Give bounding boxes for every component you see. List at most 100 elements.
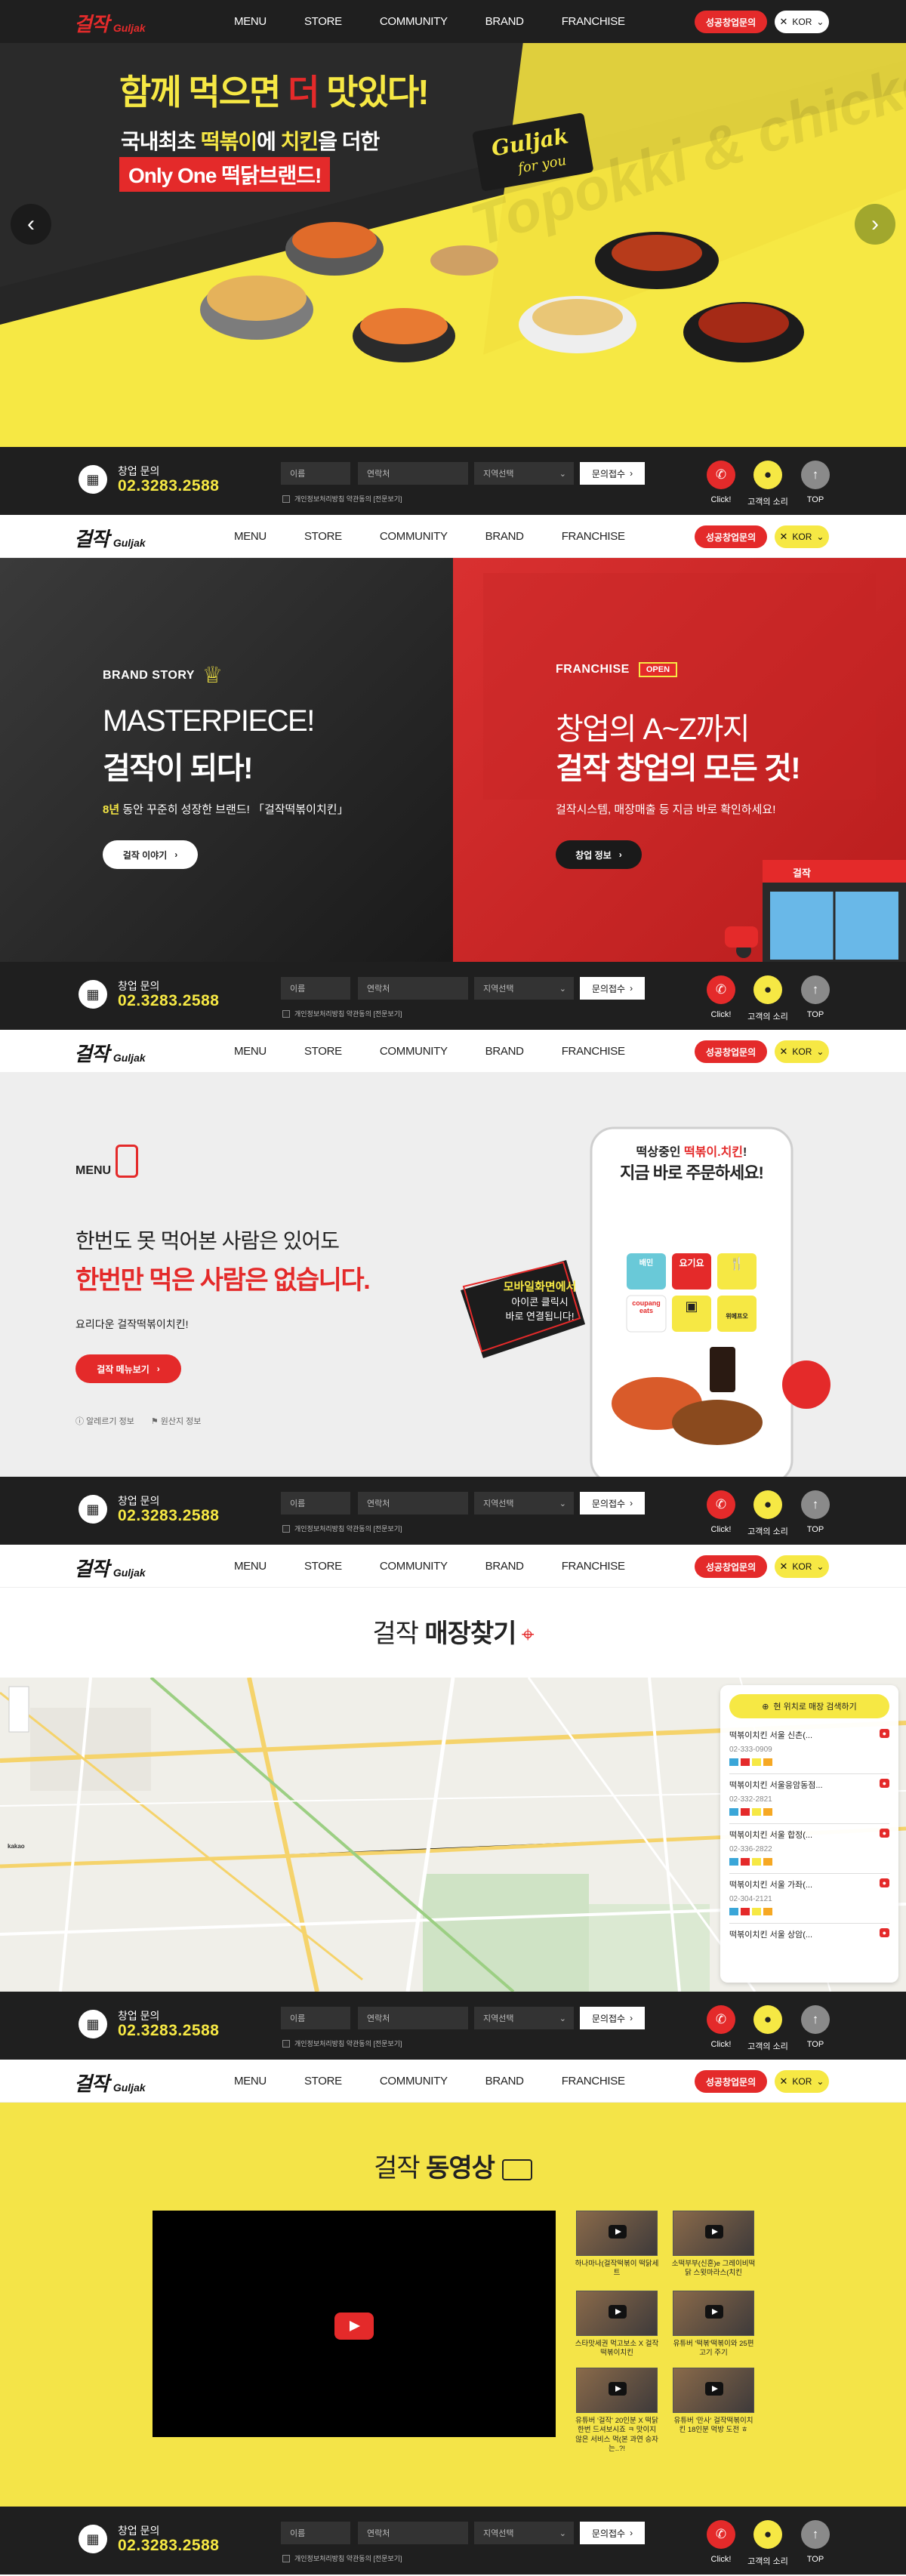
chat-icon[interactable]: ● bbox=[753, 461, 782, 489]
video-thumbnail[interactable] bbox=[673, 2211, 754, 2256]
submit-button[interactable]: 문의접수 › bbox=[580, 2522, 645, 2544]
logo[interactable]: 걸작 Guljak bbox=[74, 9, 146, 37]
agree-checkbox[interactable]: 개인정보처리방침 약관동의 [전문보기] bbox=[282, 494, 402, 504]
menu-item-brand[interactable]: BRAND bbox=[485, 2075, 524, 2088]
menu-item-menu[interactable]: MENU bbox=[234, 1045, 267, 1058]
video-caption[interactable]: 하나마나(걸작떡볶이 떡닭세트 bbox=[575, 2260, 659, 2279]
list-item[interactable]: 떡볶이치킨 서울응암동점... 02-332-2821 ● bbox=[729, 1774, 889, 1824]
arrow-up-icon[interactable]: ↑ bbox=[801, 1490, 830, 1519]
chat-icon[interactable]: ● bbox=[753, 2005, 782, 2034]
arrow-up-icon[interactable]: ↑ bbox=[801, 461, 830, 489]
menu-item-franchise[interactable]: FRANCHISE bbox=[562, 15, 625, 28]
region-select[interactable]: 지역선택 ⌄ bbox=[474, 1492, 574, 1514]
slide-prev-button[interactable]: ‹ bbox=[11, 204, 51, 245]
phone-input[interactable]: 연락처 bbox=[358, 2007, 468, 2029]
language-button[interactable]: ✕ KOR ⌄ bbox=[775, 2070, 829, 2093]
menu-item-brand[interactable]: BRAND bbox=[485, 15, 524, 28]
agree-checkbox[interactable]: 개인정보처리방침 약관동의 [전문보기] bbox=[282, 1009, 402, 1018]
menu-view-button[interactable]: 걸작 메뉴보기 › bbox=[76, 1354, 181, 1383]
name-input[interactable]: 이름 bbox=[281, 1492, 350, 1514]
region-select[interactable]: 지역선택 ⌄ bbox=[474, 2007, 574, 2029]
arrow-up-icon[interactable]: ↑ bbox=[801, 2005, 830, 2034]
chat-icon[interactable]: ● bbox=[753, 975, 782, 1004]
video-player[interactable] bbox=[153, 2211, 556, 2437]
arrow-up-icon[interactable]: ↑ bbox=[801, 975, 830, 1004]
locate-button[interactable]: ⊕ 현 위치로 매장 검색하기 bbox=[729, 1694, 889, 1718]
logo[interactable]: 걸작 Guljak bbox=[74, 524, 146, 552]
inquiry-button[interactable]: 성공창업문의 bbox=[695, 1555, 767, 1578]
phone-input[interactable]: 연락처 bbox=[358, 2522, 468, 2544]
menu-item-store[interactable]: STORE bbox=[304, 1045, 342, 1058]
logo[interactable]: 걸작 Guljak bbox=[74, 2069, 146, 2097]
list-item[interactable]: 떡볶이치킨 서울 합정(... 02-336-2822 ● bbox=[729, 1824, 889, 1874]
app-yogiyo[interactable]: 요기요 bbox=[672, 1256, 711, 1269]
list-item[interactable]: 떡볶이치킨 서울 가좌(... 02-304-2121 ● bbox=[729, 1874, 889, 1924]
language-button[interactable]: ✕ KOR ⌄ bbox=[775, 1555, 829, 1578]
menu-item-store[interactable]: STORE bbox=[304, 1560, 342, 1573]
menu-item-franchise[interactable]: FRANCHISE bbox=[562, 530, 625, 543]
franchise-info-button[interactable]: 창업 정보 › bbox=[556, 840, 642, 869]
app-wemakeprice[interactable]: 위메프오 bbox=[717, 1312, 757, 1320]
slide-next-button[interactable]: › bbox=[855, 204, 895, 245]
phone-icon[interactable]: ✆ bbox=[707, 461, 735, 489]
origin-link[interactable]: ⚑ 원산지 정보 bbox=[151, 1415, 202, 1427]
menu-item-menu[interactable]: MENU bbox=[234, 2075, 267, 2088]
menu-item-community[interactable]: COMMUNITY bbox=[380, 530, 448, 543]
menu-item-store[interactable]: STORE bbox=[304, 15, 342, 28]
menu-item-brand[interactable]: BRAND bbox=[485, 1045, 524, 1058]
video-caption[interactable]: 소떡부부(신혼)e 그레이비떡닭 스윗마라스(치킨 bbox=[671, 2260, 756, 2279]
submit-button[interactable]: 문의접수 › bbox=[580, 977, 645, 1000]
phone-icon[interactable]: ✆ bbox=[707, 2520, 735, 2549]
list-item[interactable]: 떡볶이치킨 서울 신촌(... 02-333-0909 ● bbox=[729, 1724, 889, 1774]
play-button[interactable] bbox=[334, 2313, 374, 2340]
menu-item-store[interactable]: STORE bbox=[304, 2075, 342, 2088]
menu-item-community[interactable]: COMMUNITY bbox=[380, 15, 448, 28]
phone-input[interactable]: 연락처 bbox=[358, 1492, 468, 1514]
inquiry-button[interactable]: 성공창업문의 bbox=[695, 525, 767, 548]
video-thumbnail[interactable] bbox=[576, 2211, 658, 2256]
video-thumbnail[interactable] bbox=[576, 2291, 658, 2336]
phone-icon[interactable]: ✆ bbox=[707, 1490, 735, 1519]
menu-item-brand[interactable]: BRAND bbox=[485, 1560, 524, 1573]
name-input[interactable]: 이름 bbox=[281, 2007, 350, 2029]
box-icon[interactable]: ▣ bbox=[672, 1299, 711, 1314]
region-select[interactable]: 지역선택 ⌄ bbox=[474, 977, 574, 1000]
agree-checkbox[interactable]: 개인정보처리방침 약관동의 [전문보기] bbox=[282, 2553, 402, 2563]
chat-icon[interactable]: ● bbox=[753, 2520, 782, 2549]
video-thumbnail[interactable] bbox=[673, 2291, 754, 2336]
phone-input[interactable]: 연락처 bbox=[358, 977, 468, 1000]
agree-checkbox[interactable]: 개인정보처리방침 약관동의 [전문보기] bbox=[282, 2038, 402, 2048]
video-caption[interactable]: 유튜버 '걸작' 20인분 X 떡닭 한번 드셔보시죠 ㅋ 맛이지 않은 서비스… bbox=[575, 2417, 659, 2454]
allergy-link[interactable]: ⓘ 알레르기 정보 bbox=[76, 1415, 134, 1427]
video-caption[interactable]: 유튜버 '만사' 걸작떡볶이치킨 18인분 먹방 도전 ㅎ bbox=[671, 2417, 756, 2436]
brand-story-button[interactable]: 걸작 이야기 › bbox=[103, 840, 198, 869]
phone-icon[interactable]: ✆ bbox=[707, 2005, 735, 2034]
menu-item-community[interactable]: COMMUNITY bbox=[380, 2075, 448, 2088]
video-caption[interactable]: 스타맛세권 먹고보소 X 걸작떡볶이치킨 bbox=[575, 2340, 659, 2359]
menu-item-store[interactable]: STORE bbox=[304, 530, 342, 543]
list-item[interactable]: 떡볶이치킨 서울 상암(... ● bbox=[729, 1924, 889, 1958]
phone-icon[interactable]: ✆ bbox=[707, 975, 735, 1004]
logo[interactable]: 걸작 Guljak bbox=[74, 1554, 146, 1582]
menu-item-community[interactable]: COMMUNITY bbox=[380, 1560, 448, 1573]
submit-button[interactable]: 문의접수 › bbox=[580, 2007, 645, 2029]
video-thumbnail[interactable] bbox=[576, 2368, 658, 2413]
submit-button[interactable]: 문의접수 › bbox=[580, 462, 645, 485]
menu-item-franchise[interactable]: FRANCHISE bbox=[562, 1045, 625, 1058]
arrow-up-icon[interactable]: ↑ bbox=[801, 2520, 830, 2549]
region-select[interactable]: 지역선택 ⌄ bbox=[474, 462, 574, 485]
menu-item-menu[interactable]: MENU bbox=[234, 1560, 267, 1573]
phone-input[interactable]: 연락처 bbox=[358, 462, 468, 485]
menu-item-community[interactable]: COMMUNITY bbox=[380, 1045, 448, 1058]
inquiry-button[interactable]: 성공창업문의 bbox=[695, 11, 767, 33]
menu-item-franchise[interactable]: FRANCHISE bbox=[562, 2075, 625, 2088]
region-select[interactable]: 지역선택 ⌄ bbox=[474, 2522, 574, 2544]
language-button[interactable]: ✕ KOR ⌄ bbox=[775, 1040, 829, 1063]
app-coupang-eats[interactable]: coupang eats bbox=[627, 1299, 666, 1315]
name-input[interactable]: 이름 bbox=[281, 977, 350, 1000]
menu-item-franchise[interactable]: FRANCHISE bbox=[562, 1560, 625, 1573]
submit-button[interactable]: 문의접수 › bbox=[580, 1492, 645, 1514]
chat-icon[interactable]: ● bbox=[753, 1490, 782, 1519]
menu-item-menu[interactable]: MENU bbox=[234, 15, 267, 28]
name-input[interactable]: 이름 bbox=[281, 462, 350, 485]
